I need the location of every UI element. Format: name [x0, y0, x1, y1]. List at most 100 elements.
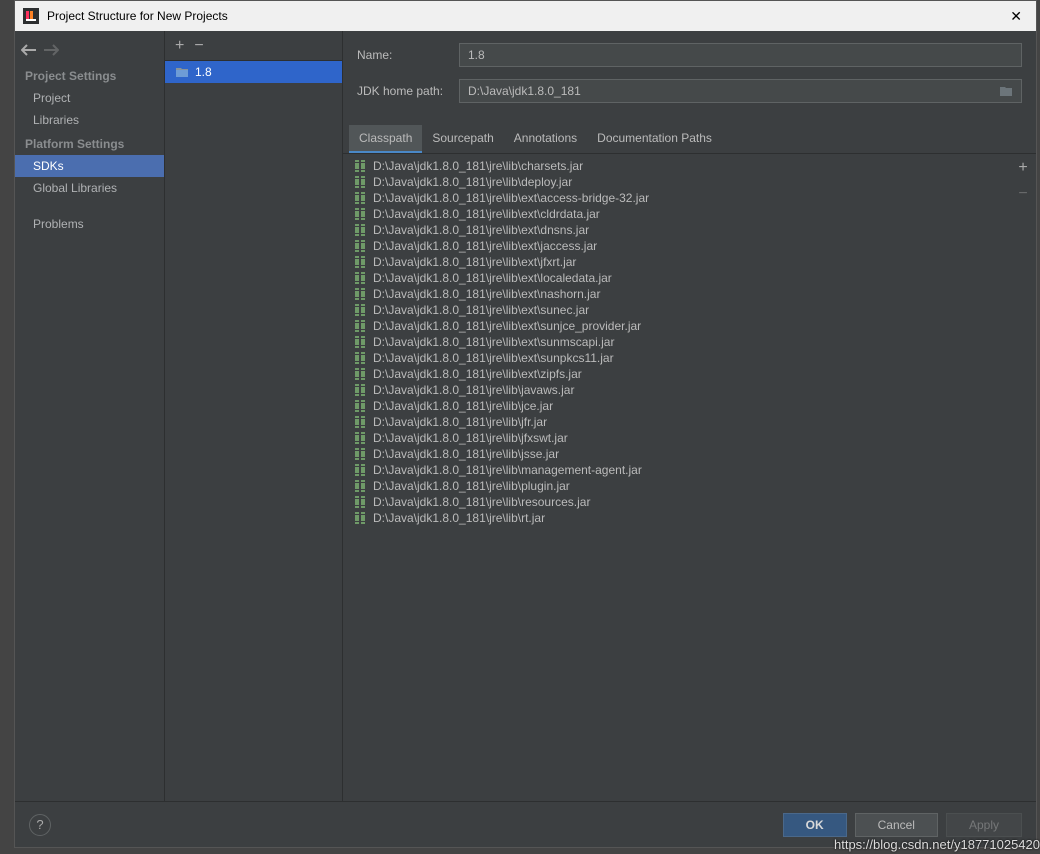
classpath-entry[interactable]: D:\Java\jdk1.8.0_181\jre\lib\ext\jfxrt.j…	[343, 254, 1010, 270]
name-label: Name:	[357, 48, 459, 62]
nav-back-icon[interactable]	[21, 44, 37, 56]
sidebar-item-sdks[interactable]: SDKs	[15, 155, 164, 177]
jar-icon	[353, 239, 367, 253]
jar-icon	[353, 159, 367, 173]
jar-icon	[353, 351, 367, 365]
path-value: D:\Java\jdk1.8.0_181	[468, 84, 581, 98]
jar-icon	[353, 335, 367, 349]
jar-icon	[353, 495, 367, 509]
classpath-list[interactable]: D:\Java\jdk1.8.0_181\jre\lib\charsets.ja…	[343, 154, 1010, 801]
classpath-entry[interactable]: D:\Java\jdk1.8.0_181\jre\lib\ext\sunjce_…	[343, 318, 1010, 334]
jar-icon	[353, 463, 367, 477]
classpath-entry[interactable]: D:\Java\jdk1.8.0_181\jre\lib\ext\cldrdat…	[343, 206, 1010, 222]
classpath-entry-path: D:\Java\jdk1.8.0_181\jre\lib\charsets.ja…	[373, 159, 583, 173]
classpath-entry[interactable]: D:\Java\jdk1.8.0_181\jre\lib\jsse.jar	[343, 446, 1010, 462]
jar-icon	[353, 207, 367, 221]
add-sdk-button[interactable]: +	[175, 38, 184, 54]
classpath-entry[interactable]: D:\Java\jdk1.8.0_181\jre\lib\ext\access-…	[343, 190, 1010, 206]
jar-icon	[353, 367, 367, 381]
sdk-item[interactable]: 1.8	[165, 61, 342, 83]
jar-icon	[353, 447, 367, 461]
classpath-entry-path: D:\Java\jdk1.8.0_181\jre\lib\jfxswt.jar	[373, 431, 568, 445]
classpath-entry[interactable]: D:\Java\jdk1.8.0_181\jre\lib\plugin.jar	[343, 478, 1010, 494]
jar-icon	[353, 479, 367, 493]
jar-icon	[353, 255, 367, 269]
cancel-button[interactable]: Cancel	[855, 813, 938, 837]
sdk-toolbar: + −	[165, 31, 342, 61]
sidebar-item-libraries[interactable]: Libraries	[15, 109, 164, 131]
main-area: Project SettingsProjectLibrariesPlatform…	[15, 31, 1036, 801]
jar-icon	[353, 271, 367, 285]
jar-icon	[353, 399, 367, 413]
settings-sidebar: Project SettingsProjectLibrariesPlatform…	[15, 31, 164, 801]
path-label: JDK home path:	[357, 84, 459, 98]
remove-sdk-button[interactable]: −	[194, 38, 203, 54]
path-input[interactable]: D:\Java\jdk1.8.0_181	[459, 79, 1022, 103]
classpath-tabs: ClasspathSourcepathAnnotationsDocumentat…	[343, 125, 1036, 154]
classpath-entry[interactable]: D:\Java\jdk1.8.0_181\jre\lib\jce.jar	[343, 398, 1010, 414]
classpath-entry[interactable]: D:\Java\jdk1.8.0_181\jre\lib\ext\jaccess…	[343, 238, 1010, 254]
sidebar-heading: Platform Settings	[15, 131, 164, 155]
dialog-footer: ? OK Cancel Apply	[15, 801, 1036, 847]
jar-icon	[353, 383, 367, 397]
classpath-entry-path: D:\Java\jdk1.8.0_181\jre\lib\rt.jar	[373, 511, 545, 525]
classpath-entry[interactable]: D:\Java\jdk1.8.0_181\jre\lib\charsets.ja…	[343, 158, 1010, 174]
browse-folder-icon[interactable]	[999, 85, 1013, 97]
classpath-entry-path: D:\Java\jdk1.8.0_181\jre\lib\management-…	[373, 463, 642, 477]
classpath-entry[interactable]: D:\Java\jdk1.8.0_181\jre\lib\ext\sunpkcs…	[343, 350, 1010, 366]
jar-icon	[353, 431, 367, 445]
jar-icon	[353, 191, 367, 205]
tab-sourcepath[interactable]: Sourcepath	[422, 125, 503, 153]
project-structure-dialog: Project Structure for New Projects ✕ Pro…	[14, 0, 1037, 848]
classpath-entry[interactable]: D:\Java\jdk1.8.0_181\jre\lib\resources.j…	[343, 494, 1010, 510]
classpath-entry[interactable]: D:\Java\jdk1.8.0_181\jre\lib\javaws.jar	[343, 382, 1010, 398]
classpath-entry[interactable]: D:\Java\jdk1.8.0_181\jre\lib\deploy.jar	[343, 174, 1010, 190]
sdk-item-label: 1.8	[195, 65, 212, 79]
tab-annotations[interactable]: Annotations	[504, 125, 587, 153]
classpath-entry-path: D:\Java\jdk1.8.0_181\jre\lib\ext\localed…	[373, 271, 612, 285]
tab-classpath[interactable]: Classpath	[349, 125, 422, 153]
classpath-entry[interactable]: D:\Java\jdk1.8.0_181\jre\lib\ext\nashorn…	[343, 286, 1010, 302]
classpath-entry-path: D:\Java\jdk1.8.0_181\jre\lib\ext\sunec.j…	[373, 303, 589, 317]
name-value: 1.8	[468, 48, 485, 62]
sidebar-heading: Project Settings	[15, 63, 164, 87]
classpath-entry-path: D:\Java\jdk1.8.0_181\jre\lib\ext\zipfs.j…	[373, 367, 582, 381]
classpath-entry-path: D:\Java\jdk1.8.0_181\jre\lib\jsse.jar	[373, 447, 559, 461]
classpath-entry-path: D:\Java\jdk1.8.0_181\jre\lib\jfr.jar	[373, 415, 547, 429]
sidebar-item-global-libraries[interactable]: Global Libraries	[15, 177, 164, 199]
apply-button[interactable]: Apply	[946, 813, 1022, 837]
classpath-entry-path: D:\Java\jdk1.8.0_181\jre\lib\ext\sunjce_…	[373, 319, 641, 333]
classpath-entry[interactable]: D:\Java\jdk1.8.0_181\jre\lib\management-…	[343, 462, 1010, 478]
classpath-entry[interactable]: D:\Java\jdk1.8.0_181\jre\lib\jfr.jar	[343, 414, 1010, 430]
tab-documentation-paths[interactable]: Documentation Paths	[587, 125, 722, 153]
sidebar-item-project[interactable]: Project	[15, 87, 164, 109]
classpath-entry-path: D:\Java\jdk1.8.0_181\jre\lib\ext\jaccess…	[373, 239, 597, 253]
close-button[interactable]: ✕	[1004, 6, 1028, 27]
classpath-entry-path: D:\Java\jdk1.8.0_181\jre\lib\resources.j…	[373, 495, 590, 509]
classpath-entry[interactable]: D:\Java\jdk1.8.0_181\jre\lib\jfxswt.jar	[343, 430, 1010, 446]
ok-button[interactable]: OK	[783, 813, 847, 837]
add-classpath-button[interactable]: +	[1018, 160, 1027, 176]
classpath-entry[interactable]: D:\Java\jdk1.8.0_181\jre\lib\ext\sunmsca…	[343, 334, 1010, 350]
app-icon	[23, 8, 39, 24]
classpath-entry[interactable]: D:\Java\jdk1.8.0_181\jre\lib\ext\localed…	[343, 270, 1010, 286]
classpath-entry[interactable]: D:\Java\jdk1.8.0_181\jre\lib\rt.jar	[343, 510, 1010, 526]
classpath-entry-path: D:\Java\jdk1.8.0_181\jre\lib\ext\sunmsca…	[373, 335, 614, 349]
nav-forward-icon[interactable]	[43, 44, 59, 56]
jar-icon	[353, 287, 367, 301]
classpath-entry[interactable]: D:\Java\jdk1.8.0_181\jre\lib\ext\dnsns.j…	[343, 222, 1010, 238]
jar-icon	[353, 415, 367, 429]
help-button[interactable]: ?	[29, 814, 51, 836]
remove-classpath-button[interactable]: −	[1018, 186, 1027, 202]
sidebar-toolbar	[15, 37, 164, 63]
sidebar-item-problems[interactable]: Problems	[15, 213, 164, 235]
jar-icon	[353, 319, 367, 333]
classpath-entry-path: D:\Java\jdk1.8.0_181\jre\lib\jce.jar	[373, 399, 553, 413]
classpath-entry[interactable]: D:\Java\jdk1.8.0_181\jre\lib\ext\zipfs.j…	[343, 366, 1010, 382]
classpath-entry-path: D:\Java\jdk1.8.0_181\jre\lib\ext\dnsns.j…	[373, 223, 589, 237]
classpath-entry[interactable]: D:\Java\jdk1.8.0_181\jre\lib\ext\sunec.j…	[343, 302, 1010, 318]
classpath-entry-path: D:\Java\jdk1.8.0_181\jre\lib\ext\jfxrt.j…	[373, 255, 576, 269]
name-input[interactable]: 1.8	[459, 43, 1022, 67]
sdk-list-panel: + − 1.8	[164, 31, 343, 801]
classpath-actions: + −	[1010, 154, 1036, 801]
